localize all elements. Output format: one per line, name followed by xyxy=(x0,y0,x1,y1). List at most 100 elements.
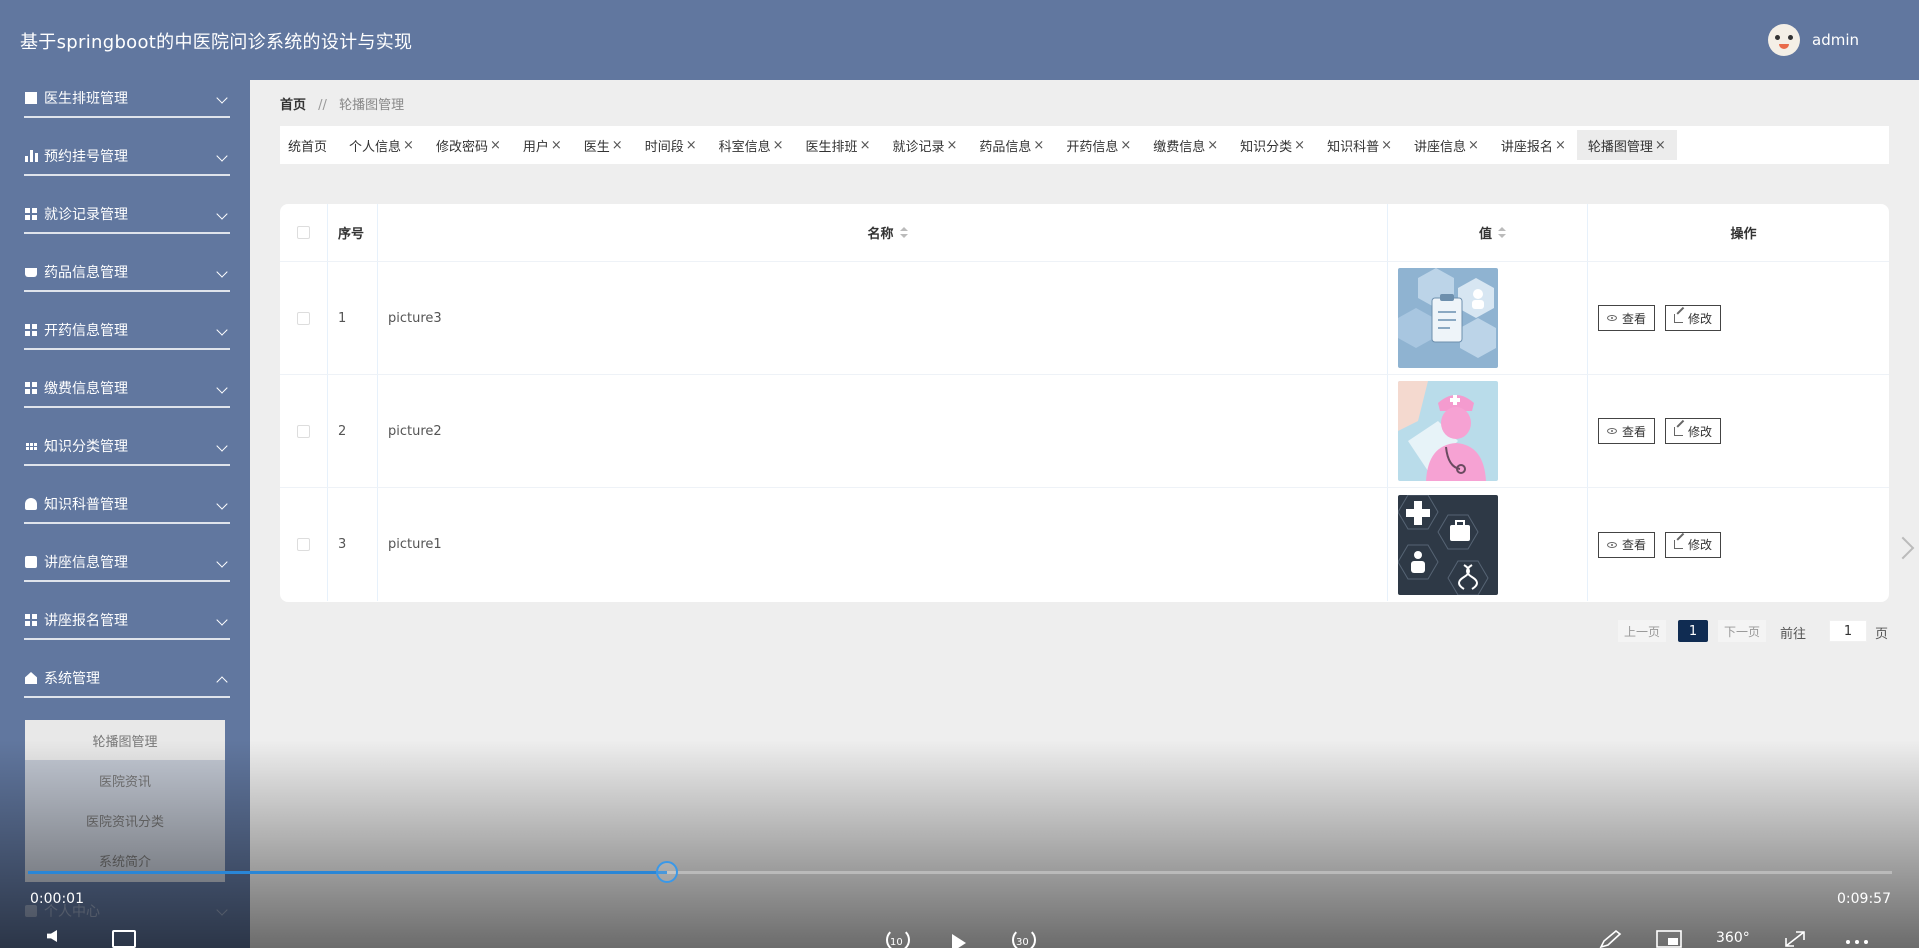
tab-lecture-info[interactable]: 讲座信息 × xyxy=(1403,130,1490,160)
header-no: 序号 xyxy=(328,204,378,261)
username[interactable]: admin xyxy=(1812,31,1859,49)
sidebar-item-lecture-info[interactable]: 讲座信息管理 xyxy=(24,544,230,582)
breadcrumb: 首页 // 轮播图管理 xyxy=(280,94,404,113)
row-checkbox[interactable] xyxy=(297,311,310,325)
sort-icon[interactable] xyxy=(899,226,908,239)
submenu-item-carousel[interactable]: 轮播图管理 xyxy=(25,720,225,760)
submenu-item-system-intro[interactable]: 系统简介 xyxy=(25,840,225,880)
header-value[interactable]: 值 xyxy=(1388,204,1588,261)
close-icon[interactable]: × xyxy=(1207,138,1218,153)
sidebar-item-knowledge-science[interactable]: 知识科普管理 xyxy=(24,486,230,524)
sidebar-item-system[interactable]: 系统管理 xyxy=(24,660,230,698)
pen-icon[interactable] xyxy=(1598,929,1622,948)
view-button[interactable]: 查看 xyxy=(1598,418,1656,444)
tab-home[interactable]: 统首页 xyxy=(280,130,338,160)
tab-prescription[interactable]: 开药信息 × xyxy=(1055,130,1142,160)
user-icon xyxy=(24,497,38,511)
video-progress-bar[interactable] xyxy=(28,861,1892,883)
goto-page-input[interactable]: 1 xyxy=(1829,620,1867,642)
chevron-down-icon xyxy=(216,266,228,278)
page-number-current[interactable]: 1 xyxy=(1678,620,1708,642)
tab-label: 讲座信息 xyxy=(1414,139,1467,155)
tab-time-slots[interactable]: 时间段 × xyxy=(634,130,708,160)
next-page-button[interactable]: 下一页 xyxy=(1718,620,1767,642)
edit-button[interactable]: 修改 xyxy=(1665,531,1722,558)
select-all-checkbox[interactable] xyxy=(297,226,310,239)
sidebar-item-prescription[interactable]: 开药信息管理 xyxy=(24,312,230,350)
volume-icon[interactable] xyxy=(47,930,57,942)
tab-payment[interactable]: 缴费信息 × xyxy=(1142,130,1229,160)
close-icon[interactable]: × xyxy=(1294,138,1305,153)
sidebar-item-visit-records[interactable]: 就诊记录管理 xyxy=(24,196,230,234)
close-icon[interactable]: × xyxy=(490,138,501,153)
tab-users[interactable]: 用户 × xyxy=(512,130,573,160)
tab-knowledge-category[interactable]: 知识分类 × xyxy=(1229,130,1316,160)
sidebar-item-lecture-signup[interactable]: 讲座报名管理 xyxy=(24,602,230,640)
avatar[interactable] xyxy=(1768,24,1800,56)
row-checkbox[interactable] xyxy=(297,424,310,438)
grid-icon xyxy=(24,381,38,395)
play-icon[interactable] xyxy=(952,934,966,948)
sidebar-item-label: 就诊记录管理 xyxy=(44,207,128,223)
close-icon[interactable]: × xyxy=(612,138,623,153)
tab-label: 医生 xyxy=(583,139,610,155)
tab-carousel[interactable]: 轮播图管理 × xyxy=(1576,130,1677,160)
sidebar-item-label: 知识分类管理 xyxy=(44,439,128,455)
picture-in-picture-icon[interactable] xyxy=(1656,930,1682,948)
subtitles-icon[interactable] xyxy=(112,930,136,948)
tab-bar: 统首页 个人信息 × 修改密码 × 用户 × 医生 × 时间段 × 科室信息 × 医生排班 ×… xyxy=(280,126,1889,164)
close-icon[interactable]: × xyxy=(403,138,414,153)
sort-icon[interactable] xyxy=(1498,226,1506,239)
chevron-down-icon xyxy=(216,382,228,394)
tab-label: 科室信息 xyxy=(718,139,771,155)
sidebar-item-doctor-schedule[interactable]: 医生排班管理 xyxy=(24,80,230,118)
row-value xyxy=(1388,375,1588,487)
row-no: 3 xyxy=(328,488,378,601)
sidebar-item-knowledge-category[interactable]: 知识分类管理 xyxy=(24,428,230,466)
vr-360-label[interactable]: 360° xyxy=(1716,930,1750,946)
close-icon[interactable]: × xyxy=(551,138,562,153)
header-name[interactable]: 名称 xyxy=(378,204,1388,261)
tab-departments[interactable]: 科室信息 × xyxy=(708,130,795,160)
close-icon[interactable]: × xyxy=(686,138,697,153)
fullscreen-icon[interactable] xyxy=(1784,930,1806,948)
submenu-item-news-category[interactable]: 医院资讯分类 xyxy=(25,800,225,840)
user-menu[interactable]: admin xyxy=(1768,24,1859,56)
close-icon[interactable]: × xyxy=(1033,138,1044,153)
table-header: 序号 名称 值 操作 xyxy=(280,204,1889,262)
tab-label: 讲座报名 xyxy=(1500,139,1553,155)
close-icon[interactable]: × xyxy=(946,138,957,153)
tab-medicine[interactable]: 药品信息 × xyxy=(968,130,1055,160)
tab-doctors[interactable]: 医生 × xyxy=(573,130,634,160)
tab-lecture-signup[interactable]: 讲座报名 × xyxy=(1490,130,1577,160)
tab-change-password[interactable]: 修改密码 × xyxy=(425,130,512,160)
tab-knowledge-science[interactable]: 知识科普 × xyxy=(1316,130,1403,160)
close-icon[interactable]: × xyxy=(1120,138,1131,153)
chevron-right-icon[interactable] xyxy=(1891,536,1915,560)
close-icon[interactable]: × xyxy=(1655,138,1666,153)
view-button[interactable]: 查看 xyxy=(1598,531,1656,558)
close-icon[interactable]: × xyxy=(1555,138,1566,153)
prev-page-button[interactable]: 上一页 xyxy=(1618,620,1667,642)
close-icon[interactable]: × xyxy=(773,138,784,153)
sidebar-item-appointment[interactable]: 预约挂号管理 xyxy=(24,138,230,176)
breadcrumb-home[interactable]: 首页 xyxy=(280,98,306,113)
carousel-table: 序号 名称 值 操作 1 picture3 查看 修改 2 picture2 查… xyxy=(280,204,1889,602)
close-icon[interactable]: × xyxy=(1468,138,1479,153)
tab-label: 时间段 xyxy=(644,139,684,155)
edit-button[interactable]: 修改 xyxy=(1665,418,1722,444)
close-icon[interactable]: × xyxy=(860,138,871,153)
submenu-item-hospital-news[interactable]: 医院资讯 xyxy=(25,760,225,800)
close-icon[interactable]: × xyxy=(1381,138,1392,153)
more-options-icon[interactable] xyxy=(1844,930,1870,948)
tab-personal-info[interactable]: 个人信息 × xyxy=(338,130,425,160)
bar-chart-icon xyxy=(24,149,38,163)
row-select-cell xyxy=(280,375,328,487)
sidebar-item-medicine[interactable]: 药品信息管理 xyxy=(24,254,230,292)
row-checkbox[interactable] xyxy=(297,538,310,551)
sidebar-item-payment[interactable]: 缴费信息管理 xyxy=(24,370,230,408)
view-button[interactable]: 查看 xyxy=(1598,305,1656,331)
edit-button[interactable]: 修改 xyxy=(1665,305,1722,331)
tab-doctor-schedule[interactable]: 医生排班 × xyxy=(795,130,882,160)
tab-visit-records[interactable]: 就诊记录 × xyxy=(881,130,968,160)
